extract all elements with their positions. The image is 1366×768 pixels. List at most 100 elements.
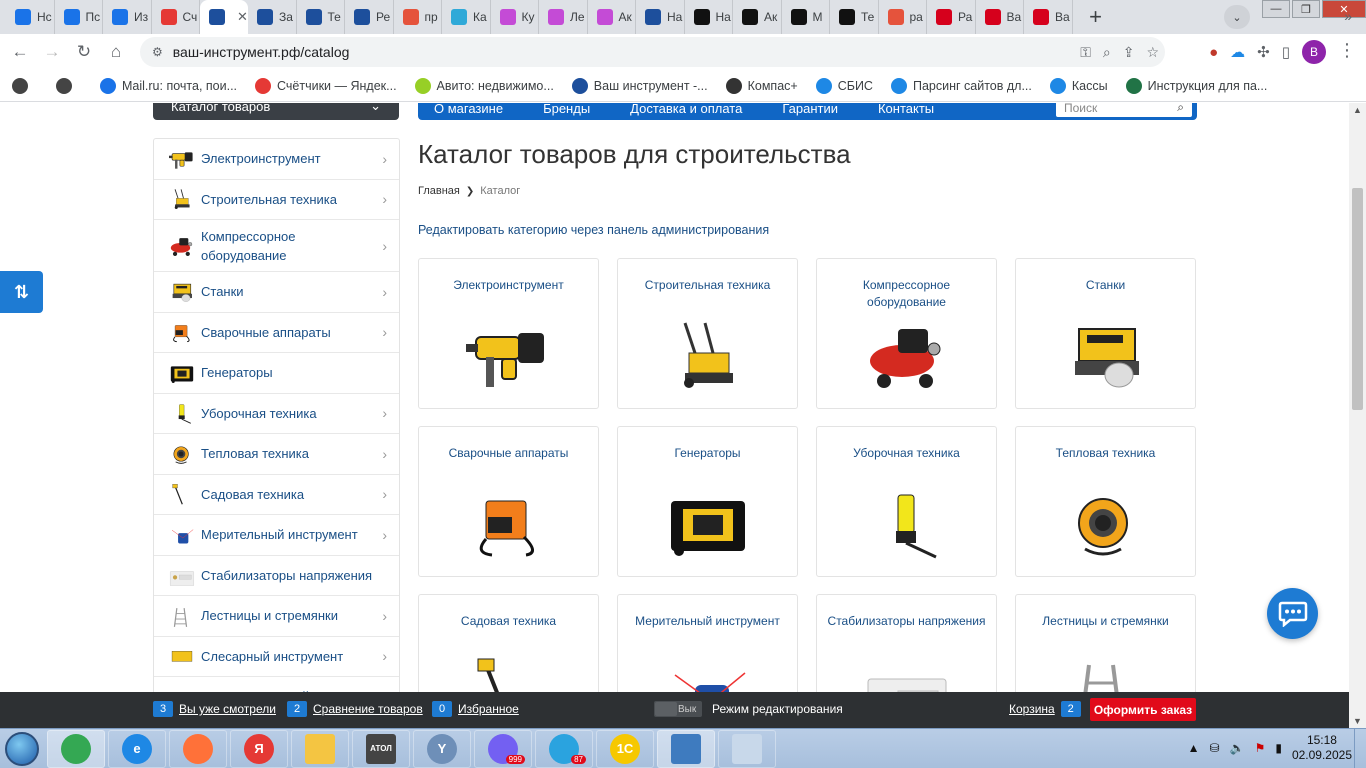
- category-card[interactable]: Тепловая техника: [1015, 426, 1196, 577]
- category-card-title[interactable]: Уборочная техника: [825, 445, 988, 462]
- nav-item[interactable]: Контакты: [878, 103, 934, 116]
- bookmark-item[interactable]: Mail.ru: почта, пои...: [100, 77, 237, 94]
- bookmark-item[interactable]: [12, 77, 34, 94]
- lawn-trimmer-image[interactable]: [466, 655, 552, 692]
- category-card-title[interactable]: Лестницы и стремянки: [1024, 613, 1187, 630]
- welding-machine-image[interactable]: [466, 487, 552, 559]
- browser-tab[interactable]: Те: [297, 0, 345, 34]
- browser-tab[interactable]: Из: [103, 0, 152, 34]
- category-card[interactable]: Компрессорное оборудование: [816, 258, 997, 409]
- scroll-down-arrow-icon[interactable]: ▼: [1353, 716, 1362, 726]
- extension-icon[interactable]: ●: [1209, 44, 1218, 61]
- browser-tab[interactable]: Те: [830, 0, 879, 34]
- chat-widget-button[interactable]: [1267, 588, 1318, 639]
- taskbar-app[interactable]: Y: [413, 729, 471, 768]
- bookmark-star-icon[interactable]: ☆: [1146, 44, 1159, 61]
- taskbar-app[interactable]: [291, 729, 349, 768]
- address-bar[interactable]: ⚙ ваш-инструмент.рф/catalog ⚿ ⌕ ⇪ ☆: [140, 37, 1165, 67]
- recently-viewed[interactable]: 3 Вы уже смотрели: [153, 701, 276, 717]
- bookmark-item[interactable]: Счётчики — Яндек...: [255, 77, 397, 94]
- category-card-title[interactable]: Компрессорное оборудование: [825, 277, 988, 311]
- flag-icon[interactable]: ⚑: [1255, 741, 1266, 755]
- laser-level-image[interactable]: [665, 655, 751, 692]
- checkout-button[interactable]: Оформить заказ: [1090, 698, 1196, 721]
- bookmark-item[interactable]: Ваш инструмент -...: [571, 77, 708, 94]
- cart[interactable]: Корзина 2: [1009, 701, 1081, 717]
- category-card-title[interactable]: Строительная техника: [626, 277, 789, 294]
- browser-tab[interactable]: ра: [879, 0, 927, 34]
- sidebar-category-item[interactable]: Тепловая техника ›: [154, 434, 399, 475]
- browser-tab[interactable]: Ку: [491, 0, 539, 34]
- category-card[interactable]: Стабилизаторы напряжения: [816, 594, 997, 692]
- new-tab-icon[interactable]: +: [1081, 2, 1111, 32]
- nav-item[interactable]: Гарантии: [782, 103, 838, 116]
- site-info-icon[interactable]: ⚙: [152, 45, 163, 59]
- browser-tab[interactable]: Ва: [976, 0, 1024, 34]
- browser-tab[interactable]: Ле: [539, 0, 588, 34]
- category-card-title[interactable]: Мерительный инструмент: [626, 613, 789, 630]
- tray-expand-icon[interactable]: ▲: [1188, 741, 1200, 755]
- sidebar-category-item[interactable]: Компрессорное оборудование ›: [154, 220, 399, 272]
- category-card[interactable]: Станки: [1015, 258, 1196, 409]
- sidebar-category-item[interactable]: Генераторы: [154, 353, 399, 394]
- share-icon[interactable]: ⇪: [1123, 44, 1135, 61]
- taskbar-app[interactable]: 87: [535, 729, 593, 768]
- ladder-image[interactable]: [1063, 655, 1149, 692]
- category-card[interactable]: Садовая техника: [418, 594, 599, 692]
- search-icon[interactable]: ⌕: [1177, 103, 1184, 115]
- browser-tab[interactable]: Ка: [442, 0, 491, 34]
- viewed-link[interactable]: Вы уже смотрели: [179, 702, 276, 716]
- search-input[interactable]: Поиск ⌕: [1056, 103, 1192, 117]
- browser-tab[interactable]: Ак: [588, 0, 636, 34]
- nav-item[interactable]: Доставка и оплата: [630, 103, 742, 116]
- sidebar-category-item[interactable]: Стабилизаторы напряжения: [154, 556, 399, 596]
- catalog-menu-button[interactable]: Каталог товаров ⌄: [153, 103, 399, 120]
- bookmark-item[interactable]: СБИС: [815, 77, 873, 94]
- puzzle-icon[interactable]: ✣: [1257, 43, 1270, 61]
- reload-icon[interactable]: ↻: [68, 36, 100, 68]
- sidebar-category-item[interactable]: Садовая техника ›: [154, 475, 399, 515]
- category-card-title[interactable]: Тепловая техника: [1024, 445, 1187, 462]
- category-card-title[interactable]: Сварочные аппараты: [427, 445, 590, 462]
- edit-mode-toggle[interactable]: Вык: [654, 701, 702, 717]
- taskbar-app[interactable]: [47, 729, 105, 768]
- minimize-button[interactable]: —: [1262, 0, 1290, 18]
- bookmark-item[interactable]: Инструкция для па...: [1125, 77, 1267, 94]
- sidebar-category-item[interactable]: Электроинструмент ›: [154, 139, 399, 180]
- tab-search-button[interactable]: ⌄: [1224, 5, 1250, 29]
- taskbar-app[interactable]: [169, 729, 227, 768]
- sidebar-category-item[interactable]: Строительная техника ›: [154, 180, 399, 220]
- admin-edit-link[interactable]: Редактировать категорию через панель адм…: [418, 223, 769, 237]
- zoom-icon[interactable]: ⌕: [1103, 44, 1111, 61]
- back-icon[interactable]: ←: [4, 36, 36, 68]
- browser-tab[interactable]: Ва: [1024, 0, 1073, 34]
- voltage-stabilizer-image[interactable]: [864, 655, 950, 692]
- scrollbar-thumb[interactable]: [1352, 188, 1363, 410]
- browser-tab[interactable]: На: [685, 0, 733, 34]
- category-card[interactable]: Генераторы: [617, 426, 798, 577]
- browser-tab[interactable]: За: [248, 0, 297, 34]
- generator-image[interactable]: [665, 487, 751, 559]
- category-card[interactable]: Лестницы и стремянки: [1015, 594, 1196, 692]
- category-card[interactable]: Электроинструмент: [418, 258, 599, 409]
- sidebar-category-item[interactable]: Станки ›: [154, 272, 399, 313]
- category-card[interactable]: Сварочные аппараты: [418, 426, 599, 577]
- browser-tab[interactable]: На: [636, 0, 685, 34]
- plate-compactor-image[interactable]: [665, 319, 751, 391]
- close-tab-icon[interactable]: ✕: [237, 9, 248, 25]
- category-card[interactable]: Уборочная техника: [816, 426, 997, 577]
- rotary-hammer-image[interactable]: [465, 319, 552, 391]
- clock[interactable]: 15:18 02.09.2025: [1292, 733, 1352, 763]
- bookmark-item[interactable]: Авито: недвижимо...: [414, 77, 554, 94]
- browser-tab[interactable]: М: [782, 0, 830, 34]
- filter-settings-icon[interactable]: ⇅: [0, 271, 43, 313]
- profile-avatar[interactable]: B: [1302, 40, 1326, 64]
- sidebar-category-item[interactable]: Слесарный инструмент ›: [154, 637, 399, 677]
- category-card-title[interactable]: Электроинструмент: [427, 277, 590, 294]
- taskbar-app[interactable]: 999: [474, 729, 532, 768]
- browser-tab[interactable]: Ак: [733, 0, 782, 34]
- favorites-link[interactable]: Избранное: [458, 702, 519, 716]
- bookmarks-overflow-icon[interactable]: »: [1344, 8, 1352, 24]
- forward-icon[interactable]: →: [36, 36, 68, 68]
- compare-products[interactable]: 2 Сравнение товаров: [287, 701, 423, 717]
